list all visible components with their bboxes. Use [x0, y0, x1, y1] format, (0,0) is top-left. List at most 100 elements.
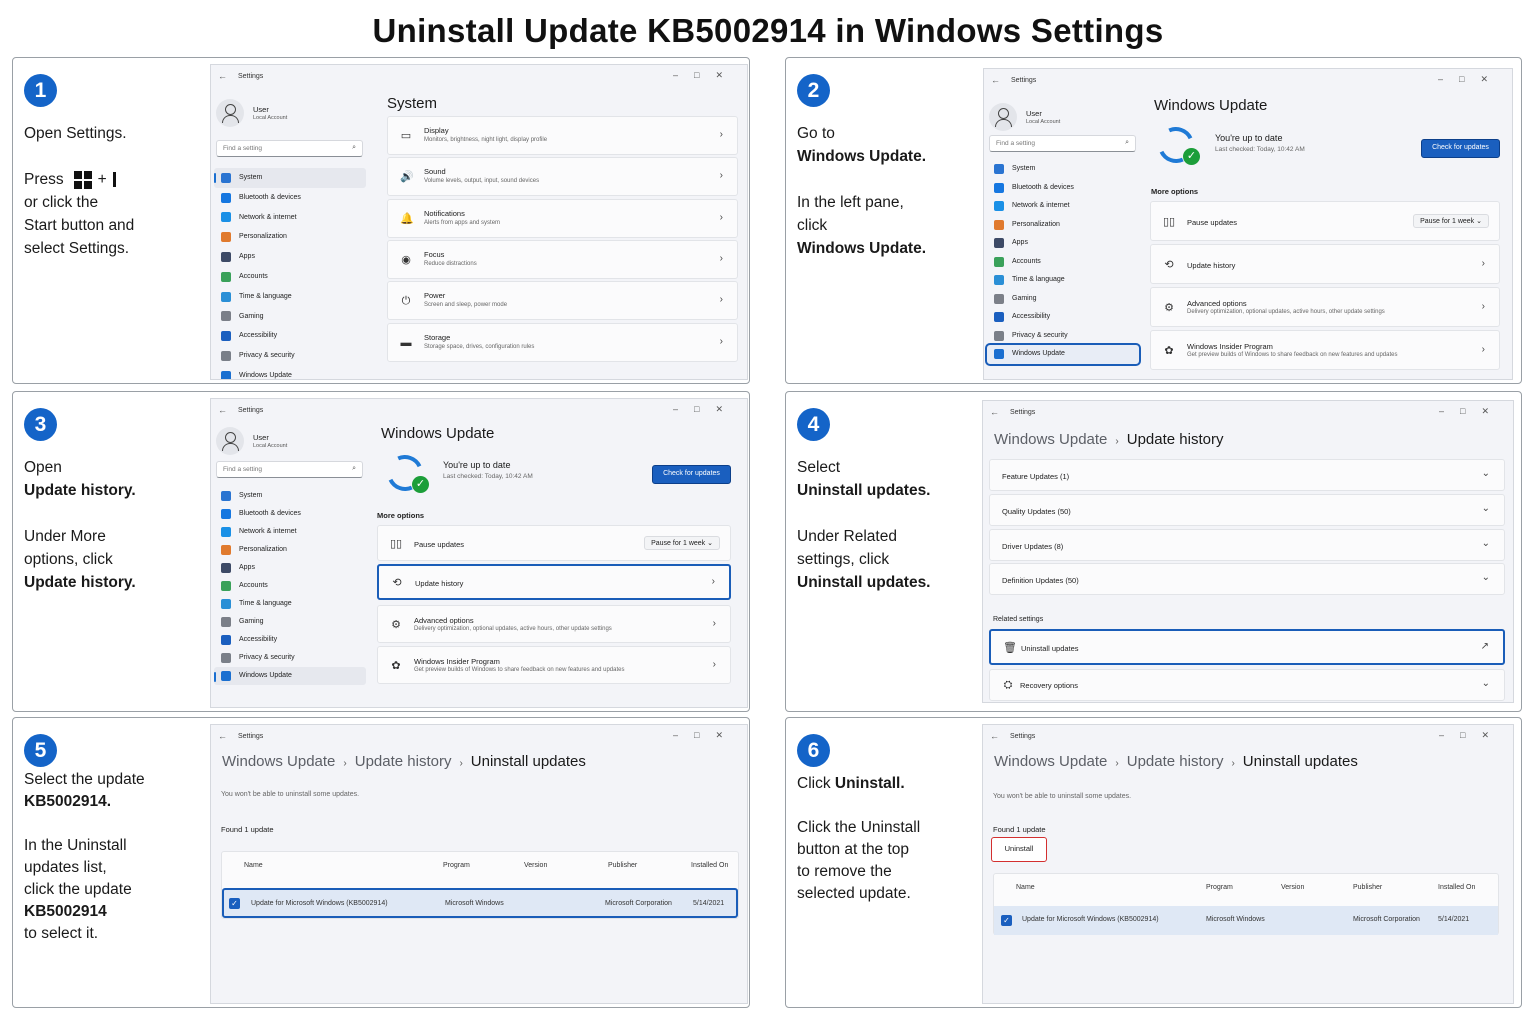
breadcrumb-item[interactable]: Update history — [355, 753, 452, 770]
column-header-installed-on[interactable]: Installed On — [1438, 884, 1475, 891]
sidebar-item-accounts[interactable]: Accounts — [214, 267, 366, 287]
settings-card-sound[interactable]: 🔊 Sound Volume levels, output, input, soun… — [387, 157, 738, 197]
sidebar-item-bluetooth-devices[interactable]: Bluetooth & devices — [987, 179, 1139, 198]
back-arrow-icon[interactable]: ← — [990, 407, 999, 417]
update-category-section[interactable]: Definition Updates (50) ⌄ — [989, 563, 1505, 596]
search-input[interactable]: Find a setting ⌕ — [216, 461, 363, 478]
sidebar-item-apps[interactable]: Apps — [987, 234, 1139, 253]
sidebar-item-system[interactable]: System — [987, 160, 1139, 179]
pause-dropdown[interactable]: Pause for 1 week ⌄ — [644, 536, 720, 550]
column-header-version[interactable]: Version — [524, 862, 547, 869]
uninstall-updates-card[interactable]: 🗑 Uninstall updates ↗ — [989, 629, 1505, 665]
sidebar-item-privacy-security[interactable]: Privacy & security — [214, 649, 366, 667]
advanced-options-card[interactable]: ⚙ Advanced options Delivery optimization… — [1150, 287, 1500, 327]
sidebar-item-gaming[interactable]: Gaming — [214, 613, 366, 631]
sidebar-item-privacy-security[interactable]: Privacy & security — [214, 346, 366, 366]
update-category-section[interactable]: Quality Updates (50) ⌄ — [989, 493, 1505, 526]
sidebar-item-personalization[interactable]: Personalization — [214, 541, 366, 559]
window-controls[interactable]: –□✕ — [673, 70, 739, 81]
update-category-section[interactable]: Driver Updates (8) ⌄ — [989, 528, 1505, 561]
table-row[interactable]: ✓ Update for Microsoft Windows (KB500291… — [222, 888, 738, 918]
sidebar-item-personalization[interactable]: Personalization — [987, 216, 1139, 235]
breadcrumb-item[interactable]: Windows Update — [994, 753, 1107, 770]
sidebar-item-windows-update[interactable]: Windows Update — [985, 343, 1141, 366]
update-history-card[interactable]: ⟲ Update history › — [377, 564, 731, 600]
user-profile[interactable]: User Local Account — [216, 99, 356, 129]
sidebar-item-privacy-security[interactable]: Privacy & security — [987, 327, 1139, 346]
table-row[interactable]: ✓ Update for Microsoft Windows (KB500291… — [994, 906, 1498, 935]
sidebar-item-windows-update[interactable]: Windows Update — [214, 366, 366, 379]
row-checkbox[interactable]: ✓ — [1001, 915, 1012, 926]
sidebar-item-apps[interactable]: Apps — [214, 247, 366, 267]
settings-card-power[interactable]: ⏻ Power Screen and sleep, power mode › — [387, 281, 738, 321]
sidebar-item-system[interactable]: System — [214, 168, 366, 188]
pause-dropdown[interactable]: Pause for 1 week ⌄ — [1413, 214, 1489, 228]
sidebar-item-gaming[interactable]: Gaming — [987, 290, 1139, 309]
pause-updates-card[interactable]: ▯▯ Pause updates Pause for 1 week ⌄ — [377, 525, 731, 561]
pause-icon: ▯▯ — [390, 538, 403, 550]
sidebar-item-network-internet[interactable]: Network & internet — [214, 523, 366, 541]
sidebar-item-windows-update[interactable]: Windows Update — [214, 667, 366, 685]
sidebar-item-bluetooth-devices[interactable]: Bluetooth & devices — [214, 505, 366, 523]
sidebar-item-accessibility[interactable]: Accessibility — [214, 631, 366, 649]
back-arrow-icon[interactable]: ← — [990, 731, 999, 741]
insider-program-card[interactable]: ✿ Windows Insider Program Get preview bu… — [1150, 330, 1500, 370]
window-controls[interactable]: –□✕ — [673, 404, 739, 415]
sidebar-item-system[interactable]: System — [214, 487, 366, 505]
column-header-publisher[interactable]: Publisher — [608, 862, 637, 869]
back-arrow-icon[interactable]: ← — [218, 405, 227, 415]
insider-program-card[interactable]: ✿ Windows Insider Program Get preview bu… — [377, 646, 731, 684]
sidebar-item-time-language[interactable]: Time & language — [214, 595, 366, 613]
settings-card-notifications[interactable]: 🔔 Notifications Alerts from apps and syste… — [387, 198, 738, 238]
window-title: Settings — [238, 73, 264, 80]
sidebar-item-accessibility[interactable]: Accessibility — [987, 308, 1139, 327]
breadcrumb-item[interactable]: Windows Update — [222, 753, 335, 770]
user-profile[interactable]: User Local Account — [216, 427, 356, 457]
window-controls[interactable]: –□✕ — [673, 730, 739, 741]
sidebar-item-network-internet[interactable]: Network & internet — [987, 197, 1139, 216]
breadcrumb-item[interactable]: Update history — [1127, 753, 1224, 770]
sidebar-item-network-internet[interactable]: Network & internet — [214, 208, 366, 228]
sidebar-item-accounts[interactable]: Accounts — [987, 253, 1139, 272]
column-header-version[interactable]: Version — [1281, 884, 1304, 891]
sidebar-item-time-language[interactable]: Time & language — [214, 287, 366, 307]
back-arrow-icon[interactable]: ← — [991, 75, 1000, 85]
settings-card-storage[interactable]: ▬ Storage Storage space, drives, configura… — [387, 322, 738, 362]
update-history-card[interactable]: ⟲ Update history › — [1150, 244, 1500, 284]
window-controls[interactable]: –□✕ — [1438, 74, 1504, 85]
sidebar-item-apps[interactable]: Apps — [214, 559, 366, 577]
chevron-right-icon: › — [719, 170, 723, 182]
found-count: Found 1 update — [221, 825, 274, 834]
user-profile[interactable]: User Local Account — [989, 103, 1129, 133]
advanced-options-card[interactable]: ⚙ Advanced options Delivery optimization… — [377, 605, 731, 643]
column-header-name[interactable]: Name — [1016, 884, 1035, 891]
window-controls[interactable]: –□✕ — [1439, 406, 1505, 417]
column-header-publisher[interactable]: Publisher — [1353, 884, 1382, 891]
search-input[interactable]: Find a setting ⌕ — [989, 135, 1136, 152]
column-header-program[interactable]: Program — [443, 862, 470, 869]
window-controls[interactable]: –□✕ — [1439, 730, 1505, 741]
pause-updates-card[interactable]: ▯▯ Pause updates Pause for 1 week ⌄ — [1150, 201, 1500, 241]
cell-name: Update for Microsoft Windows (KB5002914) — [251, 900, 388, 907]
column-header-program[interactable]: Program — [1206, 884, 1233, 891]
check-for-updates-button[interactable]: Check for updates — [1421, 139, 1500, 158]
search-input[interactable]: Find a setting ⌕ — [216, 140, 363, 157]
sidebar-item-personalization[interactable]: Personalization — [214, 227, 366, 247]
recovery-options-card[interactable]: ⛭ Recovery options ⌄ — [989, 669, 1505, 701]
sidebar-item-accounts[interactable]: Accounts — [214, 577, 366, 595]
column-header-name[interactable]: Name — [244, 862, 263, 869]
sidebar-item-gaming[interactable]: Gaming — [214, 307, 366, 327]
sidebar-item-bluetooth-devices[interactable]: Bluetooth & devices — [214, 188, 366, 208]
settings-card-focus[interactable]: ◉ Focus Reduce distractions › — [387, 239, 738, 279]
row-checkbox[interactable]: ✓ — [229, 898, 240, 909]
sidebar-item-accessibility[interactable]: Accessibility — [214, 326, 366, 346]
column-header-installed-on[interactable]: Installed On — [691, 862, 728, 869]
update-category-section[interactable]: Feature Updates (1) ⌄ — [989, 459, 1505, 491]
back-arrow-icon[interactable]: ← — [218, 71, 227, 81]
back-arrow-icon[interactable]: ← — [218, 731, 227, 741]
sidebar-item-time-language[interactable]: Time & language — [987, 271, 1139, 290]
breadcrumb-item[interactable]: Windows Update — [994, 431, 1107, 448]
uninstall-button[interactable]: Uninstall — [991, 837, 1047, 862]
settings-card-display[interactable]: ▭ Display Monitors, brightness, night ligh… — [387, 116, 738, 155]
check-for-updates-button[interactable]: Check for updates — [652, 465, 731, 484]
